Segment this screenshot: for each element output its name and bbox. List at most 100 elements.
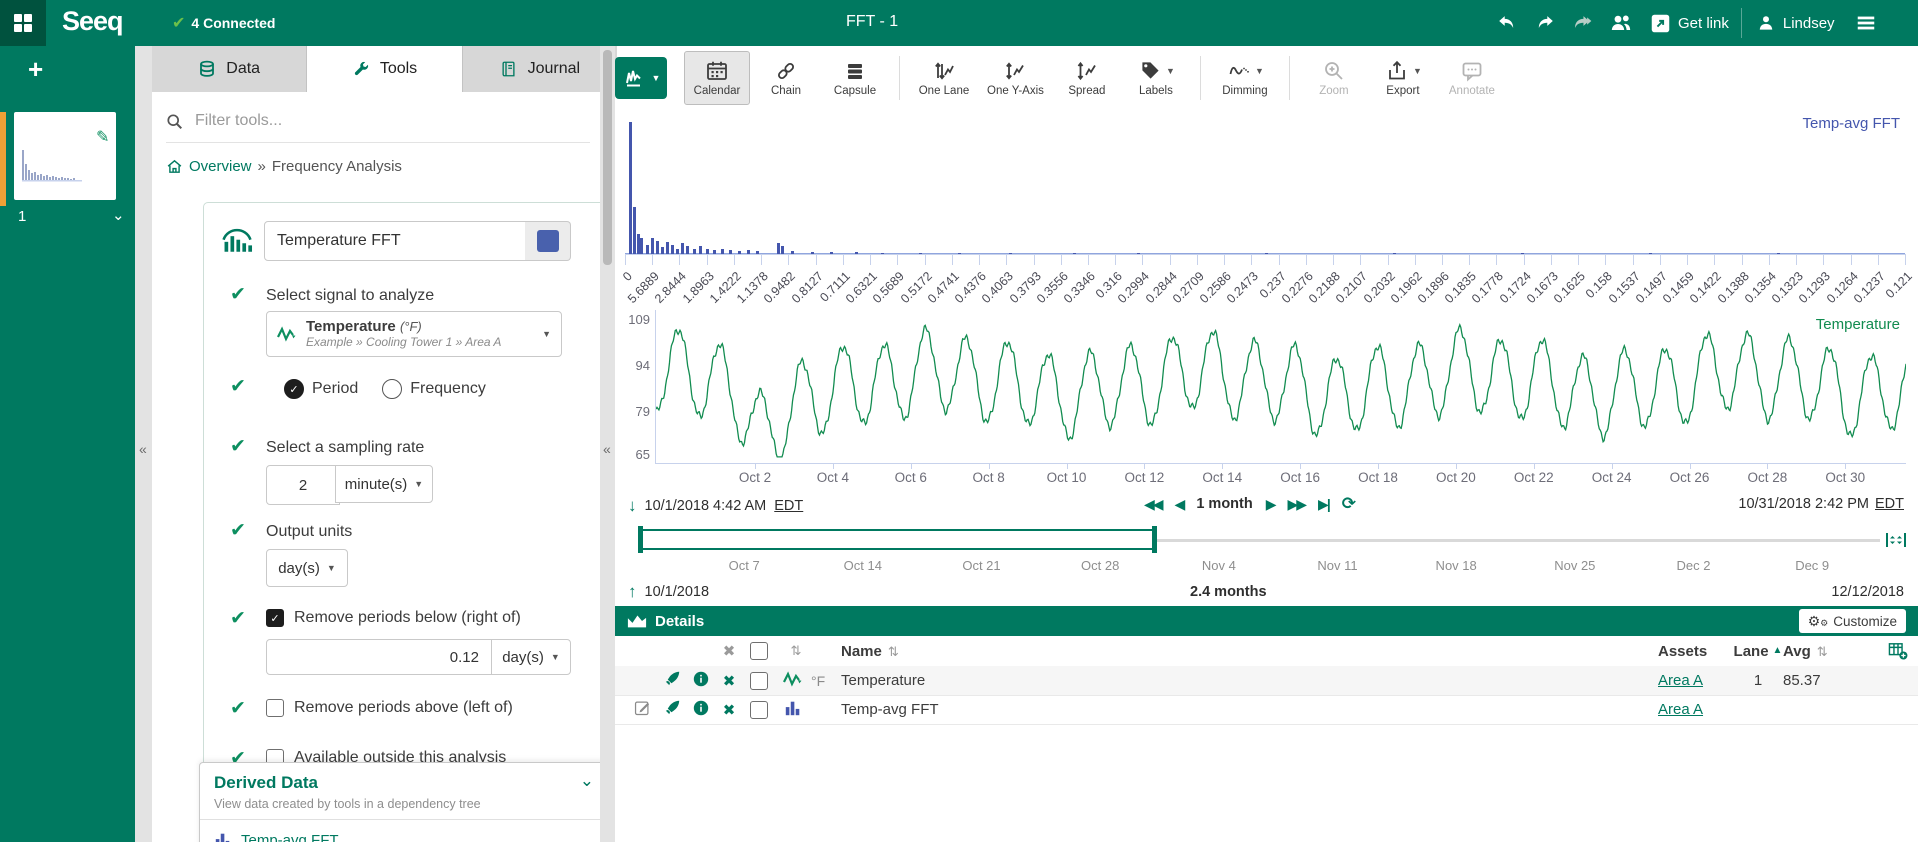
avg-column-header[interactable]: Avg⇅ [1783, 643, 1873, 660]
panel-collapse-strip-left[interactable]: « [135, 46, 152, 842]
one-lane-button[interactable]: One Lane [911, 51, 977, 105]
toolbar-separator [1289, 56, 1290, 100]
collapse-right-icon[interactable]: « [603, 441, 611, 457]
remove-below-unit-dropdown[interactable]: day(s) ▼ [491, 639, 571, 675]
calendar-button[interactable]: Calendar [684, 51, 750, 105]
remove-item-icon[interactable]: ✖ [723, 672, 736, 690]
frequency-radio-label[interactable]: Frequency [410, 380, 486, 398]
time-slider-window[interactable] [640, 529, 1155, 550]
sort-name-icon[interactable]: ⇅ [888, 644, 899, 659]
spread-button[interactable]: Spread [1054, 51, 1120, 105]
period-radio[interactable] [284, 379, 304, 399]
worksheet-chevron-down-icon[interactable]: ⌄ [112, 206, 125, 224]
one-y-axis-button[interactable]: One Y-Axis [980, 51, 1051, 105]
slider-handle-right[interactable] [1152, 526, 1157, 553]
info-icon[interactable] [693, 671, 709, 691]
view-selector-button[interactable]: ▼ [615, 57, 667, 99]
sort-type-icon[interactable]: ⇅ [791, 643, 802, 659]
worksheet-thumbnail[interactable]: ✎ [14, 112, 116, 200]
item-name[interactable]: Temperature [841, 672, 1658, 689]
strip-scrollbar[interactable] [603, 50, 612, 265]
fft-chart[interactable]: 05.68892.84441.89631.42221.13780.94820.8… [625, 122, 1905, 255]
sort-avg-icon[interactable]: ⇅ [1817, 644, 1828, 659]
hamburger-menu-button[interactable] [1849, 6, 1883, 40]
investigate-end-date[interactable]: 12/12/2018 [1831, 584, 1904, 600]
period-radio-label[interactable]: Period [312, 380, 358, 398]
expand-range-icon[interactable] [1884, 528, 1908, 557]
row-checkbox[interactable] [750, 701, 768, 719]
chain-button[interactable]: Chain [753, 51, 819, 105]
sampling-unit-dropdown[interactable]: minute(s) ▼ [335, 465, 433, 503]
remove-above-checkbox[interactable] [266, 699, 284, 717]
redo-all-button[interactable] [1566, 6, 1600, 40]
remove-below-value-input[interactable] [266, 639, 492, 675]
display-start-timezone[interactable]: EDT [774, 498, 803, 514]
display-end-timezone[interactable]: EDT [1875, 496, 1904, 512]
capsule-button[interactable]: Capsule [822, 51, 888, 105]
user-menu[interactable]: Lindsey [1746, 6, 1845, 40]
rocket-icon[interactable] [664, 699, 681, 720]
step-to-end-button[interactable]: ▶| [1318, 496, 1329, 513]
step-back-fast-button[interactable]: ◀◀ [1144, 496, 1162, 513]
name-column-header[interactable]: Name⇅ [841, 643, 1658, 660]
lane-column-header[interactable]: Lane▲ [1733, 643, 1783, 660]
add-worksheet-button[interactable]: + [28, 54, 43, 85]
worksheet-number: 1 [18, 208, 26, 225]
sampling-rate-input[interactable] [266, 465, 340, 505]
details-table-row[interactable]: ✖°FTemperatureArea A185.37 [615, 666, 1918, 696]
redo-button[interactable] [1528, 6, 1562, 40]
tab-journal[interactable]: Journal [463, 46, 617, 92]
duration-label[interactable]: 1 month [1196, 496, 1252, 512]
remove-below-checkbox[interactable] [266, 609, 284, 627]
assets-column-header[interactable]: Assets [1658, 643, 1733, 660]
item-name[interactable]: Temp-avg FFT [841, 701, 1658, 718]
filter-tools-input[interactable] [193, 111, 586, 131]
customize-button[interactable]: ⚙⚙ Customize [1799, 609, 1906, 633]
home-icon[interactable] [166, 158, 183, 175]
export-button[interactable]: ▼Export [1370, 51, 1436, 105]
rocket-icon[interactable] [664, 670, 681, 691]
edit-tool-icon[interactable] [634, 699, 651, 720]
step-forward-button[interactable]: ▶ [1266, 496, 1275, 513]
panel-collapse-strip-right[interactable]: « [600, 46, 615, 842]
signal-color-swatch-addon[interactable] [525, 221, 571, 261]
asset-link[interactable]: Area A [1658, 701, 1703, 718]
info-icon[interactable] [693, 700, 709, 720]
get-link-button[interactable]: Get link [1642, 6, 1737, 40]
derived-data-item[interactable]: Temp-avg FFT [214, 831, 339, 842]
color-swatch[interactable] [537, 230, 559, 252]
tool-name-input[interactable] [264, 221, 537, 261]
investigate-start-date[interactable]: 10/1/2018 [645, 584, 710, 600]
asset-link[interactable]: Area A [1658, 672, 1703, 689]
display-start-datetime[interactable]: 10/1/2018 4:42 AM [645, 498, 767, 514]
remove-item-icon[interactable]: ✖ [723, 701, 736, 719]
derived-data-link[interactable]: Temp-avg FFT [241, 832, 339, 842]
frequency-radio[interactable] [382, 379, 402, 399]
select-all-checkbox[interactable] [750, 642, 768, 660]
step-forward-fast-button[interactable]: ▶▶ [1288, 496, 1306, 513]
derived-data-chevron-icon[interactable]: ⌄ [580, 771, 594, 791]
step-back-button[interactable]: ◀ [1175, 496, 1184, 513]
chain-icon [773, 59, 799, 83]
dimming-button[interactable]: ▼Dimming [1212, 51, 1278, 105]
breadcrumb-root[interactable]: Overview [189, 158, 252, 175]
slider-handle-left[interactable] [638, 526, 643, 553]
signal-select[interactable]: Temperature (°F) Example » Cooling Tower… [266, 311, 562, 357]
output-unit-dropdown[interactable]: day(s) ▼ [266, 549, 348, 587]
display-end-datetime[interactable]: 10/31/2018 2:42 PM [1738, 496, 1869, 512]
undo-button[interactable] [1490, 6, 1524, 40]
add-column-icon[interactable] [1888, 642, 1908, 660]
details-table-row[interactable]: ✖ Temp-avg FFTArea A [615, 695, 1918, 725]
refresh-button[interactable]: ⟳ [1342, 494, 1356, 514]
available-outside-checkbox[interactable] [266, 749, 284, 763]
tab-tools[interactable]: Tools [307, 46, 462, 92]
trend-chart[interactable] [655, 310, 1906, 464]
row-checkbox[interactable] [750, 672, 768, 690]
labels-button[interactable]: ▼Labels [1123, 51, 1189, 105]
app-switcher-button[interactable] [0, 0, 46, 46]
remove-all-icon[interactable]: ✖ [723, 642, 736, 660]
users-button[interactable] [1604, 6, 1638, 40]
dimming-icon: ▼ [1226, 59, 1264, 83]
collapse-left-icon[interactable]: « [139, 441, 147, 457]
tab-data[interactable]: Data [152, 46, 307, 92]
